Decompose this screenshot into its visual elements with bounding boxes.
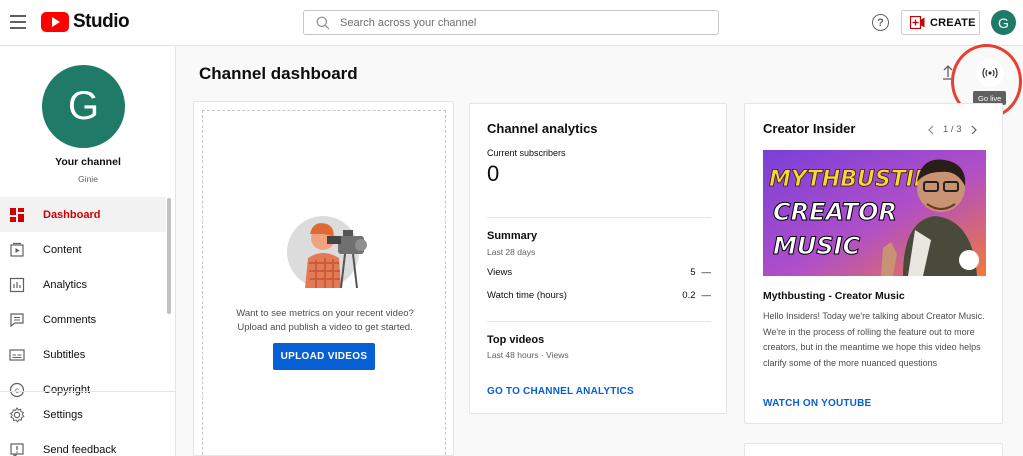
- analytics-icon: [9, 277, 25, 293]
- video-prompt-line: Want to see metrics on your recent video…: [236, 308, 414, 319]
- metric-value: 0.2: [682, 290, 696, 301]
- content-icon: [9, 242, 25, 258]
- feedback-icon: [9, 442, 25, 456]
- metric-value: 5: [690, 267, 696, 278]
- sidebar-nav: Dashboard Content Analytics Comments Sub…: [0, 197, 166, 407]
- video-prompt-line: Upload and publish a video to get starte…: [237, 322, 413, 333]
- channel-analytics-card: Channel analytics Current subscribers 0 …: [469, 103, 727, 414]
- video-add-icon: [910, 16, 925, 29]
- top-videos-period: Last 48 hours · Views: [487, 350, 569, 360]
- trend-indicator: —: [701, 290, 712, 301]
- card-pager: 1 / 3: [927, 124, 978, 135]
- video-thumbnail[interactable]: MYTHBUSTING CREATOR MUSIC: [763, 150, 986, 276]
- channel-name: Ginie: [78, 174, 98, 184]
- broadcast-icon: [982, 67, 998, 79]
- sidebar-bottom-nav: Settings Send feedback: [0, 397, 166, 456]
- sidebar-item-subtitles[interactable]: Subtitles: [0, 337, 166, 372]
- chevron-right-icon[interactable]: [970, 125, 978, 135]
- your-channel-label: Your channel: [55, 156, 121, 168]
- upload-icon[interactable]: [936, 60, 960, 84]
- studio-logo[interactable]: Studio: [41, 11, 130, 33]
- top-header: Studio ? CREATE G: [0, 0, 1023, 46]
- subscribers-label: Current subscribers: [487, 148, 566, 158]
- sidebar-item-label: Content: [43, 243, 82, 256]
- sidebar-item-comments[interactable]: Comments: [0, 302, 166, 337]
- video-title[interactable]: Mythbusting - Creator Music: [763, 290, 905, 302]
- pager-count: 1 / 3: [943, 124, 962, 135]
- sidebar-item-content[interactable]: Content: [0, 232, 166, 267]
- sidebar-item-label: Dashboard: [43, 208, 101, 221]
- divider: [487, 321, 711, 322]
- svg-text:c: c: [15, 386, 19, 395]
- video-description: Hello Insiders! Today we're talking abou…: [763, 311, 985, 368]
- creator-insider-card: Creator Insider 1 / 3 MYTHBUSTING CREATO…: [744, 103, 1003, 424]
- search-icon: [316, 16, 330, 29]
- subscribers-count: 0: [487, 161, 500, 186]
- sidebar-item-label: Send feedback: [43, 443, 117, 456]
- sidebar-scrollbar[interactable]: [167, 198, 171, 314]
- upload-videos-button[interactable]: UPLOAD VIDEOS: [273, 343, 375, 370]
- card-title: Channel analytics: [487, 121, 598, 136]
- logo-text: Studio: [73, 11, 130, 32]
- sidebar: G Your channel Ginie Dashboard Content A…: [0, 47, 176, 456]
- camera-person-illustration: [287, 216, 367, 289]
- search-bar[interactable]: [303, 10, 719, 35]
- summary-title: Summary: [487, 230, 538, 242]
- account-avatar[interactable]: G: [991, 10, 1016, 35]
- divider: [487, 217, 711, 218]
- sidebar-item-analytics[interactable]: Analytics: [0, 267, 166, 302]
- thumb-text: MUSIC: [773, 232, 861, 260]
- sidebar-item-label: Subtitles: [43, 348, 86, 361]
- upload-dropzone: Want to see metrics on your recent video…: [202, 110, 446, 456]
- summary-period: Last 28 days: [487, 247, 536, 257]
- menu-icon[interactable]: [10, 15, 26, 29]
- sidebar-item-label: Analytics: [43, 278, 88, 291]
- watch-on-youtube-link[interactable]: WATCH ON YOUTUBE: [763, 398, 871, 409]
- channel-avatar[interactable]: G: [42, 65, 125, 148]
- dashboard-icon: [9, 207, 25, 223]
- go-live-button[interactable]: [976, 59, 1004, 87]
- help-icon[interactable]: ?: [872, 14, 889, 31]
- create-label: CREATE: [930, 16, 976, 29]
- search-input[interactable]: [340, 16, 700, 29]
- card-title: Creator Insider: [763, 121, 856, 136]
- recent-video-card: Want to see metrics on your recent video…: [193, 101, 454, 456]
- next-card: [744, 443, 1003, 456]
- youtube-logo-icon: [41, 12, 69, 32]
- page-title: Channel dashboard: [199, 64, 358, 83]
- sidebar-divider: [0, 391, 176, 392]
- comments-icon: [9, 312, 25, 328]
- sidebar-item-label: Comments: [43, 313, 97, 326]
- metric-label: Views: [487, 267, 513, 278]
- chevron-left-icon[interactable]: [927, 125, 935, 135]
- top-videos-title: Top videos: [487, 334, 545, 346]
- metric-label: Watch time (hours): [487, 290, 567, 301]
- video-prompt-text: Want to see metrics on your recent video…: [203, 307, 447, 335]
- sidebar-item-send-feedback[interactable]: Send feedback: [0, 432, 166, 456]
- copyright-icon: c: [9, 382, 25, 398]
- trend-indicator: —: [701, 267, 712, 278]
- metric-row-watch-time: Watch time (hours) 0.2 —: [487, 290, 711, 301]
- go-to-analytics-link[interactable]: GO TO CHANNEL ANALYTICS: [487, 386, 634, 397]
- sidebar-item-label: Settings: [43, 408, 83, 421]
- create-button[interactable]: CREATE: [901, 10, 980, 35]
- sidebar-item-label: Copyright: [43, 383, 91, 396]
- sidebar-item-settings[interactable]: Settings: [0, 397, 166, 432]
- metric-row-views: Views 5 —: [487, 267, 711, 278]
- thumb-text: CREATOR: [773, 198, 897, 226]
- gear-icon: [9, 406, 25, 423]
- subtitles-icon: [9, 347, 25, 363]
- sidebar-item-dashboard[interactable]: Dashboard: [0, 197, 166, 232]
